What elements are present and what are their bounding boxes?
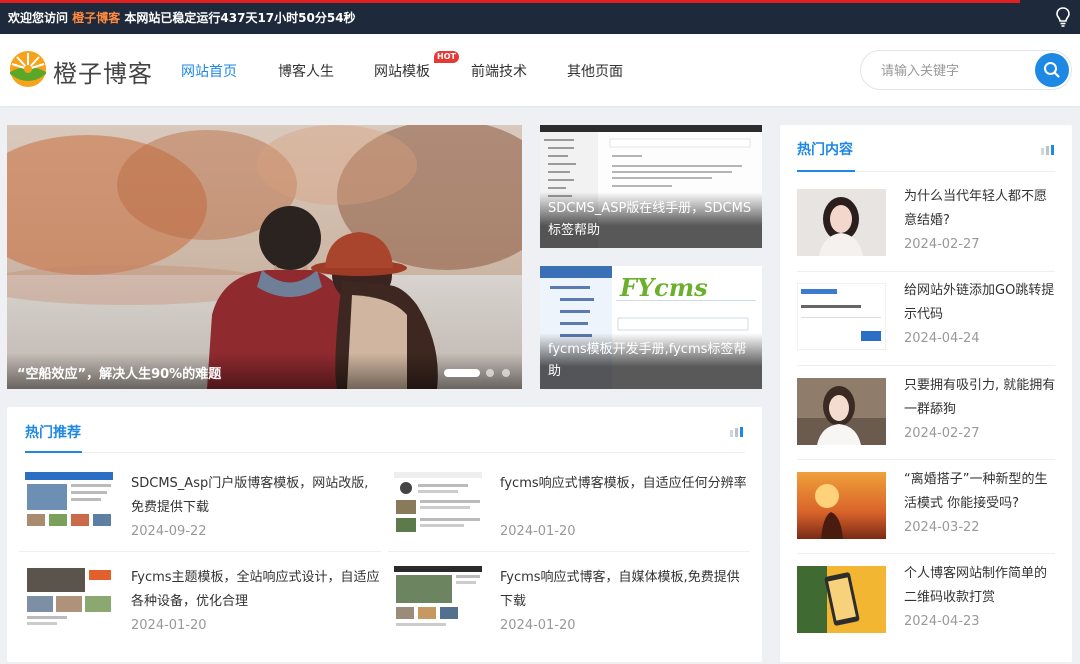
hot-thumb xyxy=(797,378,886,445)
hot-content-title: 热门内容 xyxy=(797,142,853,158)
hot-item-date: 2024-02-27 xyxy=(904,237,980,252)
recommend-thumb xyxy=(394,566,482,633)
hot-thumb xyxy=(797,189,886,256)
recommend-item[interactable]: SDCMS_Asp门户版博客模板，网站改版,免费提供下载 2024-09-22 xyxy=(25,472,385,562)
hot-item[interactable]: “离婚搭子”一种新型的生活模式 你能接受吗? 2024-03-22 xyxy=(797,472,1055,554)
hot-item-title[interactable]: 为什么当代年轻人都不愿意结婚? xyxy=(904,185,1056,233)
divider xyxy=(797,365,1055,366)
divider xyxy=(25,452,745,453)
top-bar: 欢迎您访问 橙子博客 本网站已稳定运行437天17小时50分54秒 xyxy=(0,0,1080,34)
orange-logo-icon[interactable] xyxy=(9,50,47,88)
logo-text[interactable]: 橙子博客 xyxy=(53,54,153,89)
nav-item-other[interactable]: 其他页面 xyxy=(567,61,623,81)
carousel-caption-text[interactable]: “空船效应”，解决人生90%的难题 xyxy=(17,363,221,382)
couple-photo xyxy=(7,125,522,389)
svg-text:FYcms: FYcms xyxy=(619,273,708,302)
hot-item[interactable]: 给网站外链添加GO跳转提示代码 2024-04-24 xyxy=(797,283,1055,365)
recommend-item-title[interactable]: Fycms响应式博客，自媒体模板,免费提供下载 xyxy=(500,566,750,614)
carousel-dot[interactable] xyxy=(486,369,494,377)
welcome-message: 欢迎您访问 橙子博客 本网站已稳定运行437天17小时50分54秒 xyxy=(8,9,356,26)
divider xyxy=(797,553,1055,554)
featured-card-caption: SDCMS_ASP版在线手册，SDCMS标签帮助 xyxy=(540,192,762,248)
divider xyxy=(797,459,1055,460)
recommend-item-date: 2024-01-20 xyxy=(500,618,576,633)
hot-badge: HOT xyxy=(434,51,459,63)
nav-item-home[interactable]: 网站首页 xyxy=(181,61,237,81)
recommend-item[interactable]: fycms响应式博客模板，自适应任何分辨率 2024-01-20 xyxy=(394,472,754,562)
recommend-item-title[interactable]: fycms响应式博客模板，自适应任何分辨率 xyxy=(500,472,750,496)
recommend-item-title[interactable]: Fycms主题模板，全站响应式设计，自适应各种设备，优化合理 xyxy=(131,566,381,614)
featured-card-caption: fycms模板开发手册,fycms标签帮助 xyxy=(540,333,762,389)
recommend-item-date: 2024-01-20 xyxy=(500,524,576,539)
hot-item-title[interactable]: 给网站外链添加GO跳转提示代码 xyxy=(904,279,1056,327)
hot-item-title[interactable]: 个人博客网站制作简单的二维码收款打赏 xyxy=(904,562,1056,610)
main-carousel-slide[interactable]: “空船效应”，解决人生90%的难题 xyxy=(7,125,522,389)
nav-item-frontend[interactable]: 前端技术 xyxy=(471,61,527,81)
recommend-panel: 热门推荐 SDCMS_Asp门户版博客模板，网站改版,免费提供下载 2024-0… xyxy=(7,407,762,662)
site-name-link[interactable]: 橙子博客 xyxy=(72,11,120,25)
recommend-thumb xyxy=(25,472,113,539)
divider xyxy=(388,551,750,552)
site-header: 橙子博客 网站首页 博客人生 网站模板 HOT 前端技术 其他页面 xyxy=(0,34,1080,106)
hot-item[interactable]: 为什么当代年轻人都不愿意结婚? 2024-02-27 xyxy=(797,189,1055,271)
more-icon[interactable] xyxy=(730,427,744,437)
hot-item-date: 2024-02-27 xyxy=(904,426,980,441)
hot-thumb xyxy=(797,283,886,350)
search-box xyxy=(860,50,1072,90)
progress-line xyxy=(0,0,1020,3)
recommend-item-date: 2024-09-22 xyxy=(131,524,207,539)
recommend-thumb xyxy=(394,472,482,539)
featured-card-fycms[interactable]: FYcms fycms模板开发手册,fycms标签帮助 xyxy=(540,266,762,389)
featured-card-sdcms[interactable]: SDCMS_ASP版在线手册，SDCMS标签帮助 xyxy=(540,125,762,248)
hot-item-title[interactable]: “离婚搭子”一种新型的生活模式 你能接受吗? xyxy=(904,468,1056,516)
hot-item-date: 2024-04-24 xyxy=(904,331,980,346)
hot-item[interactable]: 个人博客网站制作简单的二维码收款打赏 2024-04-23 xyxy=(797,566,1055,648)
hot-item-date: 2024-03-22 xyxy=(904,520,980,535)
search-button[interactable] xyxy=(1035,53,1069,87)
nav-item-templates[interactable]: 网站模板 xyxy=(374,61,430,81)
hot-thumb xyxy=(797,566,886,633)
title-underline xyxy=(797,170,855,172)
recommend-item[interactable]: Fycms响应式博客，自媒体模板,免费提供下载 2024-01-20 xyxy=(394,566,754,656)
recommend-title: 热门推荐 xyxy=(25,425,81,441)
hot-item-title[interactable]: 只要拥有吸引力, 就能拥有一群舔狗 xyxy=(904,374,1056,422)
divider xyxy=(19,551,381,552)
carousel-dots xyxy=(444,369,510,377)
recommend-item-title[interactable]: SDCMS_Asp门户版博客模板，网站改版,免费提供下载 xyxy=(131,472,381,520)
carousel-dot[interactable] xyxy=(502,369,510,377)
carousel-dot-active[interactable] xyxy=(444,369,480,377)
search-input[interactable] xyxy=(881,60,1031,82)
welcome-text: 欢迎您访问 xyxy=(8,11,69,25)
uptime-text: 本网站已稳定运行437天17小时50分54秒 xyxy=(124,11,356,25)
divider xyxy=(797,271,1055,272)
recommend-thumb xyxy=(25,566,113,633)
hot-item[interactable]: 只要拥有吸引力, 就能拥有一群舔狗 2024-02-27 xyxy=(797,378,1055,460)
search-icon xyxy=(1044,62,1060,78)
recommend-item-date: 2024-01-20 xyxy=(131,618,207,633)
hot-content-panel: 热门内容 为什么当代年轻人都不愿意结婚? 2024-02-27 给网站外链添加G… xyxy=(780,125,1072,662)
nav-item-blog-life[interactable]: 博客人生 xyxy=(278,61,334,81)
hot-thumb xyxy=(797,472,886,539)
more-icon[interactable] xyxy=(1041,145,1055,155)
recommend-item[interactable]: Fycms主题模板，全站响应式设计，自适应各种设备，优化合理 2024-01-2… xyxy=(25,566,385,656)
hot-item-date: 2024-04-23 xyxy=(904,614,980,629)
lightbulb-icon[interactable] xyxy=(1056,7,1070,27)
title-underline xyxy=(25,451,82,453)
